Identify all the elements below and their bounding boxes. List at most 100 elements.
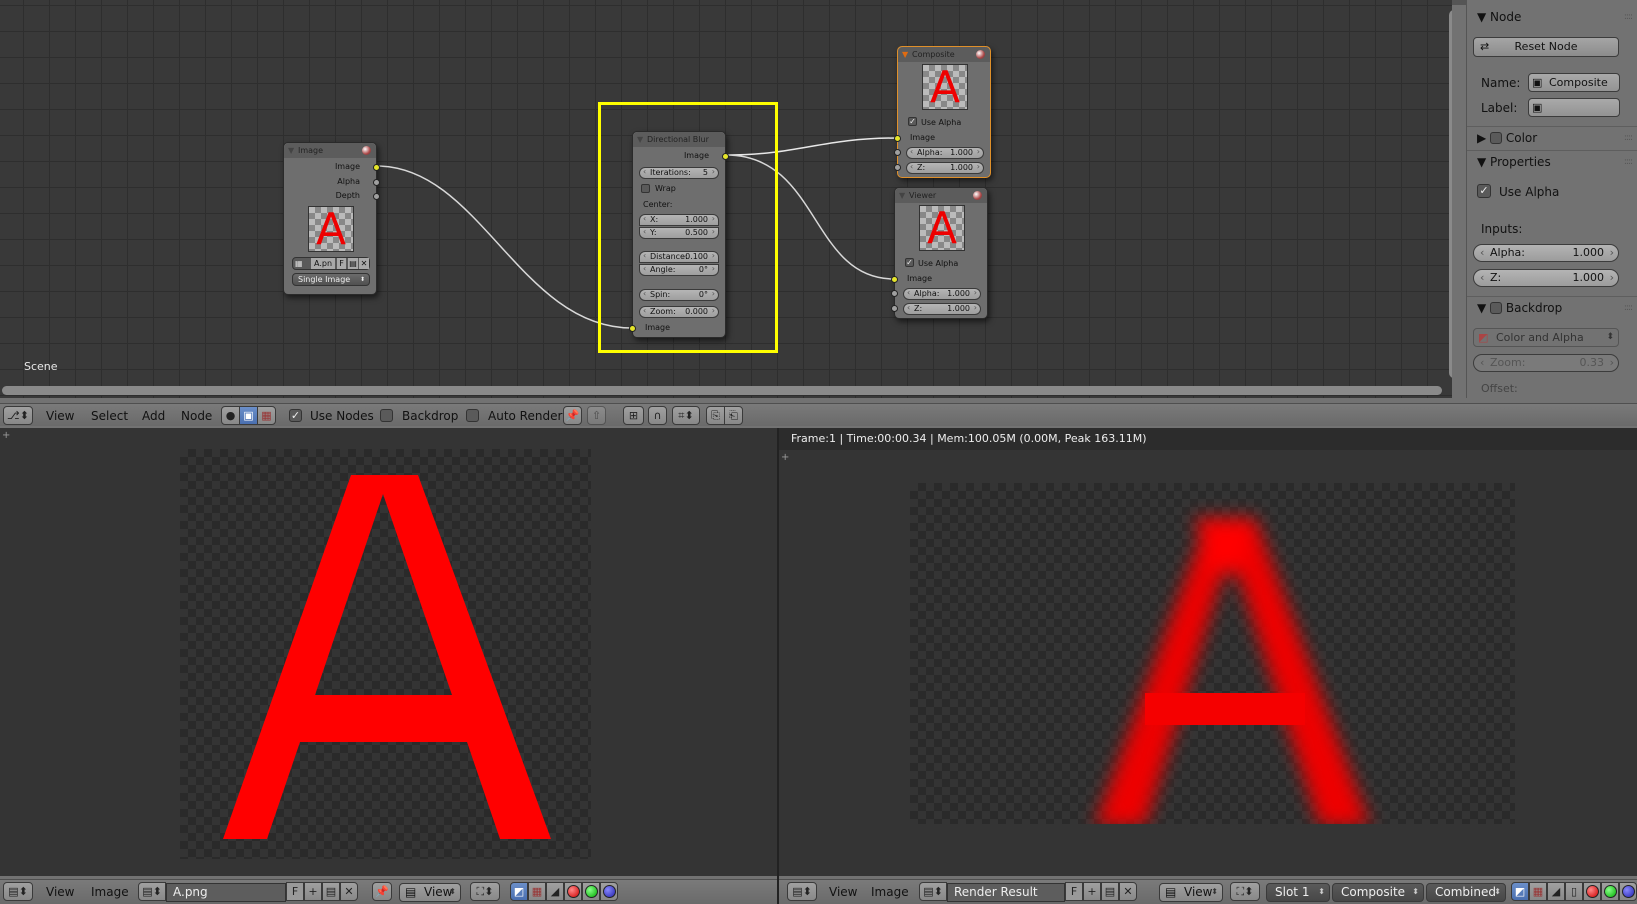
preview-sphere-icon[interactable]: [976, 50, 985, 59]
input-image-socket[interactable]: [891, 276, 898, 283]
display-alpha-button[interactable]: ◢: [546, 882, 564, 901]
image-browse-icon[interactable]: ▦: [295, 259, 303, 268]
output-image-socket[interactable]: [722, 153, 729, 160]
node-label-field[interactable]: ▣: [1528, 98, 1620, 117]
input-alpha-socket[interactable]: [891, 290, 898, 297]
open-image-button[interactable]: ▤: [322, 882, 340, 901]
input-z-socket[interactable]: [894, 164, 901, 171]
z-field[interactable]: Z: 1.000: [903, 303, 981, 315]
node-name-field[interactable]: ▣ Composite: [1528, 73, 1620, 92]
output-image-socket[interactable]: [373, 164, 380, 171]
parent-tree-button[interactable]: ⇧: [587, 406, 606, 425]
blur-node-header[interactable]: ▼ Directional Blur: [633, 132, 725, 147]
fake-user-button[interactable]: F: [337, 258, 346, 269]
image-name-field[interactable]: A.png: [166, 883, 286, 902]
iterations-field[interactable]: Iterations: 5: [639, 167, 719, 179]
menu-image[interactable]: Image: [871, 885, 909, 899]
snap-toggle-button[interactable]: ⊞: [623, 406, 644, 425]
editor-type-selector[interactable]: ▤⬍: [787, 882, 817, 901]
texture-nodes-button[interactable]: ▦: [257, 406, 276, 425]
open-folder-icon[interactable]: ▤: [348, 258, 358, 269]
fake-user-button[interactable]: F: [1065, 882, 1083, 901]
drag-grip-icon[interactable]: ::::: [1624, 127, 1633, 149]
output-alpha-socket[interactable]: [373, 179, 380, 186]
menu-view[interactable]: View: [46, 409, 74, 423]
image-canvas[interactable]: [180, 449, 591, 859]
image-browse-button[interactable]: ▤⬍: [138, 882, 166, 901]
node-editor-header[interactable]: ⎇⬍ View Select Add Node ● ▣ ▦ ✓ Use Node…: [0, 403, 1637, 426]
distance-field[interactable]: Distance: -0.100: [639, 251, 719, 263]
display-alpha-checker-button[interactable]: ▦: [528, 882, 546, 901]
wrap-checkbox[interactable]: [641, 184, 650, 193]
backdrop-mode-dropdown[interactable]: ◩ Color and Alpha ⬍: [1473, 328, 1619, 347]
z-buffer-button[interactable]: ▯: [1565, 882, 1583, 901]
reset-node-button[interactable]: ⇄ Reset Node: [1473, 37, 1619, 57]
center-x-field[interactable]: X: 1.000: [639, 214, 719, 226]
viewer-node[interactable]: ▼ Viewer A ✓ Use Alpha Image Alpha: 1.00…: [891, 187, 988, 319]
vertical-scrollbar[interactable]: [1449, 10, 1452, 378]
snap-element-dropdown[interactable]: ⌗⬍: [672, 406, 700, 425]
output-depth-socket[interactable]: [373, 193, 380, 200]
directional-blur-node[interactable]: ▼ Directional Blur Image Iterations: 5 W…: [629, 131, 729, 338]
display-alpha-button[interactable]: ◢: [1547, 882, 1565, 901]
backdrop-checkbox[interactable]: [380, 409, 393, 422]
use-alpha-checkbox[interactable]: ✓: [908, 117, 917, 126]
backdrop-zoom-field[interactable]: Zoom: 0.33: [1473, 354, 1619, 372]
alpha-field[interactable]: Alpha: 1.000: [906, 147, 984, 159]
backdrop-panel-header[interactable]: ▼ Backdrop ::::: [1467, 296, 1637, 318]
image-node-header[interactable]: ▼ Image: [284, 143, 376, 158]
compositing-nodes-button[interactable]: ▣: [239, 406, 258, 425]
menu-view[interactable]: View: [829, 885, 857, 899]
unlink-x-icon[interactable]: ✕: [359, 258, 369, 269]
blue-channel-button[interactable]: [600, 882, 618, 901]
unlink-image-button[interactable]: ✕: [1119, 882, 1137, 901]
green-channel-button[interactable]: [582, 882, 600, 901]
left-image-editor-header[interactable]: ▤⬍ View Image ▤⬍ A.png F + ▤ ✕ 📌 ▤ View …: [0, 879, 777, 904]
node-editor[interactable]: ▼ Image Image Alpha Depth A ▦ A.pn F ▤ ✕…: [0, 0, 1452, 398]
pivot-dropdown[interactable]: ⛶⬍: [1230, 882, 1260, 901]
image-name-field[interactable]: Render Result: [947, 883, 1065, 902]
image-datablock-selector[interactable]: ▦ A.pn F ▤ ✕: [292, 257, 370, 270]
drag-grip-icon[interactable]: ::::: [1624, 151, 1633, 173]
zoom-field[interactable]: Zoom: 0.000: [639, 306, 719, 318]
pin-button[interactable]: 📌: [563, 406, 582, 425]
preview-sphere-icon[interactable]: [973, 191, 982, 200]
preview-sphere-icon[interactable]: [362, 146, 371, 155]
viewer-node-header[interactable]: ▼ Viewer: [895, 188, 987, 203]
slot-dropdown[interactable]: Slot 1 ⬍: [1266, 883, 1330, 902]
paste-nodes-button[interactable]: ⎗: [724, 406, 743, 425]
composite-node-header[interactable]: ▼ Composite: [898, 47, 990, 62]
horizontal-scrollbar[interactable]: [2, 386, 1442, 395]
render-pass-dropdown[interactable]: Combined ⬍: [1426, 883, 1506, 902]
use-alpha-checkbox[interactable]: ✓: [1477, 184, 1491, 198]
menu-add[interactable]: Add: [142, 409, 165, 423]
menu-image[interactable]: Image: [91, 885, 129, 899]
pivot-dropdown[interactable]: ⛶⬍: [470, 882, 500, 901]
fake-user-button[interactable]: F: [286, 882, 304, 901]
display-color-alpha-button[interactable]: ◩: [510, 882, 528, 901]
right-image-editor[interactable]: Frame:1 | Time:00:00.34 | Mem:100.05M (0…: [779, 428, 1637, 876]
properties-panel-header[interactable]: ▼ Properties ::::: [1467, 150, 1637, 172]
spin-field[interactable]: Spin: 0°: [639, 289, 719, 301]
red-channel-button[interactable]: [564, 882, 582, 901]
green-channel-button[interactable]: [1601, 882, 1619, 901]
magnet-button[interactable]: ∩: [648, 406, 667, 425]
z-input-field[interactable]: Z: 1.000: [1473, 269, 1619, 287]
display-alpha-checker-button[interactable]: ▦: [1529, 882, 1547, 901]
copy-nodes-button[interactable]: ⎘: [706, 406, 725, 425]
z-field[interactable]: Z: 1.000: [906, 162, 984, 174]
new-image-button[interactable]: +: [1083, 882, 1101, 901]
use-alpha-checkbox[interactable]: ✓: [905, 258, 914, 267]
image-source-dropdown[interactable]: Single Image ⬍: [292, 273, 370, 286]
color-toggle-checkbox[interactable]: [1490, 132, 1503, 144]
angle-field[interactable]: Angle: 0°: [639, 264, 719, 276]
new-image-button[interactable]: +: [304, 882, 322, 901]
backdrop-toggle-checkbox[interactable]: [1490, 302, 1503, 314]
color-panel-header[interactable]: ▶ Color ::::: [1467, 126, 1637, 148]
input-image-socket[interactable]: [894, 135, 901, 142]
properties-side-panel[interactable]: ▼ Node :::: ⇄ Reset Node Name: ▣ Composi…: [1466, 0, 1637, 398]
editor-type-selector[interactable]: ⎇⬍: [3, 406, 33, 425]
node-panel-header[interactable]: ▼ Node ::::: [1467, 6, 1637, 28]
view-mode-dropdown[interactable]: ▤ View ⬍: [399, 883, 461, 902]
shader-nodes-button[interactable]: ●: [221, 406, 240, 425]
